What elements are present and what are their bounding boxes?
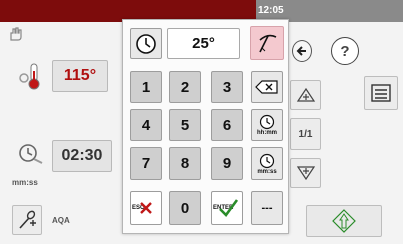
- back-arrow-icon: [296, 46, 306, 56]
- temperature-value[interactable]: 115°: [52, 60, 108, 92]
- timer-icon: [18, 143, 44, 170]
- help-button[interactable]: ?: [331, 37, 359, 65]
- mmss-label: mm:ss: [257, 168, 277, 175]
- enter-key[interactable]: ENTER: [211, 191, 243, 225]
- cancel-key[interactable]: ESC: [130, 191, 162, 225]
- key-3[interactable]: 3: [211, 71, 243, 103]
- duration-value[interactable]: 02:30: [52, 140, 112, 172]
- duration-unit-label: mm:ss: [12, 178, 38, 187]
- thermometer-icon: [18, 62, 42, 95]
- key-2[interactable]: 2: [169, 71, 201, 103]
- step-counter[interactable]: 1/1: [290, 118, 321, 150]
- plus-triangle-icon: [296, 87, 315, 102]
- keypad-display: 25°: [167, 28, 240, 59]
- help-icon: ?: [340, 42, 350, 60]
- key-6[interactable]: 6: [211, 109, 243, 141]
- hhmm-label: hh:mm: [257, 130, 277, 136]
- hand-icon: [7, 26, 23, 47]
- check-icon: [219, 199, 239, 217]
- notes-icon: [371, 84, 391, 102]
- numeric-keypad-dialog: 25° 1 2 3 4 5 6 hh:mm 7 8 9 mm:ss ESC 0 …: [122, 19, 289, 234]
- probe-pick-key[interactable]: [250, 26, 284, 60]
- key-5[interactable]: 5: [169, 109, 201, 141]
- increase-button[interactable]: [290, 80, 321, 110]
- key-4[interactable]: 4: [130, 109, 162, 141]
- key-8[interactable]: 8: [169, 147, 201, 180]
- tool-label: AQA: [52, 216, 70, 225]
- clock-icon: [259, 114, 275, 130]
- probe-icon: [19, 210, 36, 229]
- probe-pick-icon: [259, 34, 277, 53]
- key-0[interactable]: 0: [169, 191, 201, 225]
- mmss-key[interactable]: mm:ss: [251, 147, 283, 180]
- backspace-icon: [255, 80, 278, 94]
- minus-triangle-icon: [296, 166, 315, 181]
- start-button[interactable]: [306, 205, 382, 237]
- cancel-x-icon: [140, 202, 152, 214]
- clock-mode-key[interactable]: [130, 28, 162, 59]
- key-1[interactable]: 1: [130, 71, 162, 103]
- back-button[interactable]: [292, 40, 312, 62]
- key-9[interactable]: 9: [211, 147, 243, 180]
- start-diamond-icon: [332, 209, 356, 233]
- backspace-key[interactable]: [251, 71, 283, 103]
- clock-icon: [136, 33, 156, 54]
- key-7[interactable]: 7: [130, 147, 162, 180]
- hhmm-key[interactable]: hh:mm: [251, 109, 283, 141]
- clock-icon: [259, 153, 275, 168]
- decrease-button[interactable]: [290, 158, 321, 188]
- probe-button[interactable]: [12, 205, 42, 235]
- dashes-key[interactable]: ---: [251, 191, 283, 225]
- notes-button[interactable]: [364, 76, 398, 110]
